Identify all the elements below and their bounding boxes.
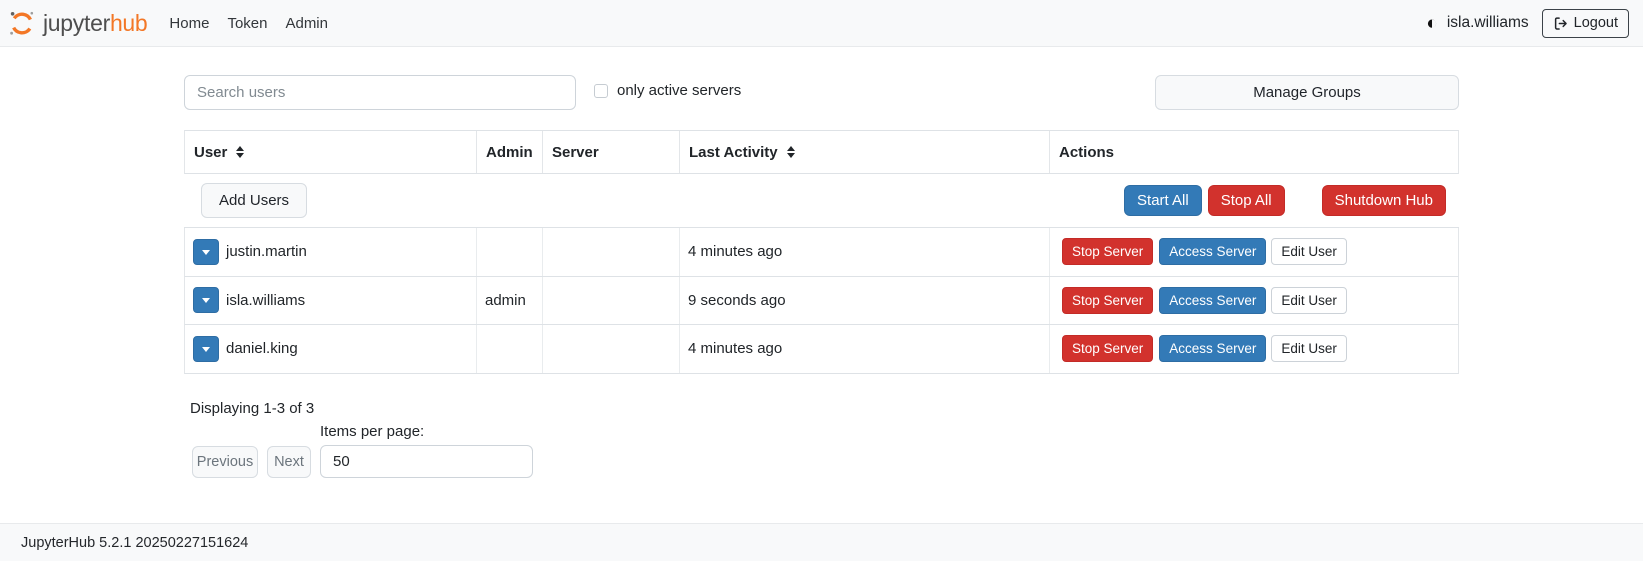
user-dropdown-toggle[interactable] <box>193 287 219 313</box>
edit-user-button[interactable]: Edit User <box>1271 335 1347 362</box>
user-dropdown-toggle[interactable] <box>193 239 219 265</box>
users-table: User Admin Server Last Activity Actions … <box>184 130 1459 374</box>
admin-cell: admin <box>477 277 543 325</box>
user-dropdown-toggle[interactable] <box>193 336 219 362</box>
logout-button[interactable]: Logout <box>1542 9 1629 38</box>
sort-icon <box>236 146 244 158</box>
admin-cell <box>477 325 543 373</box>
pagination-summary: Displaying 1-3 of 3 <box>190 400 314 417</box>
navbar-right: ◐ isla.williams Logout <box>1426 9 1629 38</box>
nav-link-home[interactable]: Home <box>169 15 209 32</box>
nav-link-admin[interactable]: Admin <box>285 15 328 32</box>
edit-user-button[interactable]: Edit User <box>1271 238 1347 265</box>
next-page-button[interactable]: Next <box>267 446 311 478</box>
header-admin: Admin <box>477 131 543 173</box>
jupyterhub-admin-page: jupyterhub Home Token Admin ◐ isla.willi… <box>0 0 1643 565</box>
items-per-page-label: Items per page: <box>320 423 424 440</box>
server-cell <box>543 228 680 276</box>
user-name: justin.martin <box>226 243 307 260</box>
logout-icon <box>1553 16 1568 31</box>
header-server: Server <box>543 131 680 173</box>
edit-user-button[interactable]: Edit User <box>1271 287 1347 314</box>
navbar: jupyterhub Home Token Admin ◐ isla.willi… <box>0 0 1643 47</box>
last-activity-cell: 4 minutes ago <box>680 228 1050 276</box>
nav-link-token[interactable]: Token <box>227 15 267 32</box>
add-users-button[interactable]: Add Users <box>201 183 307 218</box>
table-body: justin.martin 4 minutes ago Stop Server … <box>184 227 1459 374</box>
jupyterhub-logo[interactable]: jupyterhub <box>8 9 147 37</box>
only-active-servers-label[interactable]: only active servers <box>617 82 741 99</box>
stop-server-button[interactable]: Stop Server <box>1062 238 1153 265</box>
caret-down-icon <box>202 347 210 352</box>
bulk-actions: Start All Stop All Shutdown Hub <box>1124 185 1446 216</box>
table-row: daniel.king 4 minutes ago Stop Server Ac… <box>184 325 1459 374</box>
last-activity-cell: 9 seconds ago <box>680 277 1050 325</box>
manage-groups-button[interactable]: Manage Groups <box>1155 75 1459 110</box>
caret-down-icon <box>202 250 210 255</box>
only-active-servers-filter: only active servers <box>594 82 741 99</box>
user-name: isla.williams <box>226 292 305 309</box>
logout-label: Logout <box>1574 15 1618 31</box>
version-text: JupyterHub 5.2.1 20250227151624 <box>21 535 248 551</box>
jupyter-logo-icon <box>8 9 36 37</box>
server-cell <box>543 277 680 325</box>
last-activity-cell: 4 minutes ago <box>680 325 1050 373</box>
header-user[interactable]: User <box>185 131 477 173</box>
access-server-button[interactable]: Access Server <box>1159 287 1266 314</box>
caret-down-icon <box>202 298 210 303</box>
header-last-activity[interactable]: Last Activity <box>680 131 1050 173</box>
brand-text: jupyterhub <box>43 10 147 37</box>
current-username: isla.williams <box>1447 14 1529 32</box>
stop-server-button[interactable]: Stop Server <box>1062 335 1153 362</box>
search-input[interactable] <box>184 75 576 110</box>
access-server-button[interactable]: Access Server <box>1159 238 1266 265</box>
brand-jupyter: jupyter <box>43 10 110 36</box>
user-name: daniel.king <box>226 340 298 357</box>
table-action-row: Add Users Start All Stop All Shutdown Hu… <box>184 174 1459 227</box>
shutdown-hub-button[interactable]: Shutdown Hub <box>1322 185 1446 216</box>
only-active-servers-checkbox[interactable] <box>594 84 608 98</box>
footer: JupyterHub 5.2.1 20250227151624 <box>0 523 1643 561</box>
previous-page-button[interactable]: Previous <box>192 446 258 478</box>
stop-all-button[interactable]: Stop All <box>1208 185 1285 216</box>
table-row: justin.martin 4 minutes ago Stop Server … <box>184 228 1459 277</box>
stop-server-button[interactable]: Stop Server <box>1062 287 1153 314</box>
start-all-button[interactable]: Start All <box>1124 185 1202 216</box>
server-cell <box>543 325 680 373</box>
table-header-row: User Admin Server Last Activity Actions <box>184 130 1459 174</box>
header-actions: Actions <box>1050 131 1458 173</box>
table-row: isla.williams admin 9 seconds ago Stop S… <box>184 277 1459 326</box>
admin-cell <box>477 228 543 276</box>
items-per-page-input[interactable] <box>320 445 533 478</box>
access-server-button[interactable]: Access Server <box>1159 335 1266 362</box>
sort-icon <box>787 146 795 158</box>
theme-toggle-icon[interactable]: ◐ <box>1426 14 1437 33</box>
brand-hub: hub <box>110 10 147 36</box>
